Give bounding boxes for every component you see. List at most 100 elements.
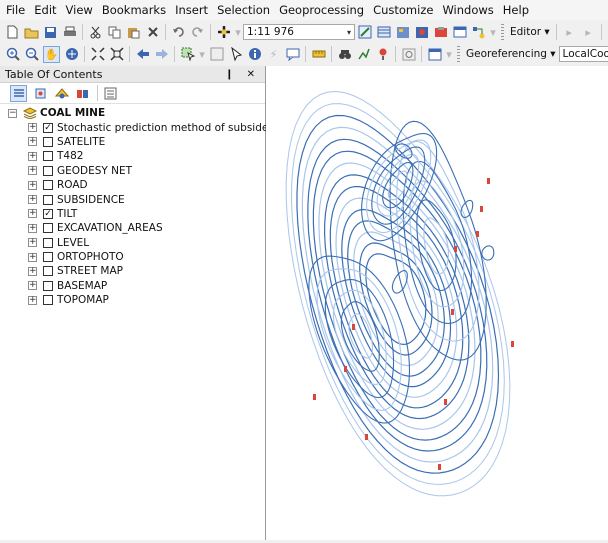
clear-selection-icon[interactable] [209, 47, 224, 62]
save-icon[interactable] [43, 25, 58, 40]
pin-close-controls[interactable]: ❙ ✕ [225, 69, 260, 80]
menu-selection[interactable]: Selection [217, 3, 270, 17]
toolbar2-options-icon[interactable]: ▾ [446, 47, 452, 62]
menu-bookmarks[interactable]: Bookmarks [102, 3, 166, 17]
menu-geoprocessing[interactable]: Geoprocessing [279, 3, 364, 17]
menu-insert[interactable]: Insert [175, 3, 208, 17]
map-scale-combo[interactable]: 1:11 976 ▾ [243, 24, 355, 40]
menu-file[interactable]: File [6, 3, 25, 17]
print-icon[interactable] [62, 25, 77, 40]
html-popup-icon[interactable] [285, 47, 300, 62]
layer-visibility-checkbox[interactable] [43, 266, 53, 277]
open-folder-icon[interactable] [24, 25, 39, 40]
layer-visibility-checkbox[interactable]: ✓ [43, 122, 53, 133]
georeferencing-layer-combo[interactable]: LocalCoordSystem_EA.dwg Polyl [558, 46, 608, 62]
expand-layer-icon[interactable]: + [28, 209, 37, 219]
list-by-selection-icon[interactable] [75, 86, 90, 101]
cut-icon[interactable] [88, 25, 103, 40]
full-extent-icon[interactable] [64, 47, 79, 62]
layer-visibility-checkbox[interactable] [43, 180, 53, 191]
delete-icon[interactable] [145, 25, 160, 40]
georeferencing-menu[interactable]: Georeferencing ▾ [466, 48, 556, 60]
zoom-out-icon[interactable] [24, 47, 39, 62]
collapse-group-icon[interactable]: − [8, 108, 17, 118]
paste-icon[interactable] [126, 25, 141, 40]
editor-toolbar-icon[interactable] [357, 25, 372, 40]
subsidence-contour-map[interactable] [266, 66, 608, 540]
expand-layer-icon[interactable]: + [28, 266, 37, 276]
layer-row[interactable]: + TOPOMAP [0, 293, 265, 307]
expand-layer-icon[interactable]: + [28, 252, 37, 262]
measure-icon[interactable] [311, 47, 326, 62]
layer-visibility-checkbox[interactable] [43, 194, 53, 205]
editor-menu[interactable]: Editor ▾ [510, 26, 550, 38]
layer-row[interactable]: + LEVEL [0, 236, 265, 250]
redo-icon[interactable] [190, 25, 205, 40]
layer-visibility-checkbox[interactable] [43, 165, 53, 176]
menu-edit[interactable]: Edit [34, 3, 56, 17]
expand-layer-icon[interactable]: + [28, 166, 37, 176]
zoom-in-icon[interactable] [5, 47, 20, 62]
expand-layer-icon[interactable]: + [28, 151, 37, 161]
search-window-icon[interactable] [414, 25, 429, 40]
arctoolbox-icon[interactable] [433, 25, 448, 40]
select-elements-icon[interactable] [228, 47, 243, 62]
expand-layer-icon[interactable]: + [28, 123, 37, 133]
select-features-icon[interactable] [180, 47, 195, 62]
expand-layer-icon[interactable]: + [28, 281, 37, 291]
menu-customize[interactable]: Customize [373, 3, 433, 17]
find-route-icon[interactable] [356, 47, 371, 62]
fixed-zoom-in-icon[interactable] [90, 47, 105, 62]
menu-view[interactable]: View [66, 3, 93, 17]
expand-layer-icon[interactable]: + [28, 180, 37, 190]
expand-layer-icon[interactable]: + [28, 195, 37, 205]
list-by-source-icon[interactable] [33, 86, 48, 101]
layer-row[interactable]: + STREET MAP [0, 264, 265, 278]
layer-row[interactable]: + SUBSIDENCE [0, 192, 265, 206]
layer-row[interactable]: + T482 [0, 149, 265, 163]
go-to-xy-icon[interactable] [375, 47, 390, 62]
identify-icon[interactable] [247, 47, 262, 62]
layer-visibility-checkbox[interactable] [43, 136, 53, 147]
layer-row[interactable]: + EXCAVATION_AREAS [0, 221, 265, 235]
add-data-dropdown-icon[interactable]: ▾ [235, 25, 241, 40]
layer-visibility-checkbox[interactable] [43, 295, 53, 306]
layer-row[interactable]: + BASEMAP [0, 279, 265, 293]
menu-windows[interactable]: Windows [442, 3, 493, 17]
model-builder-icon[interactable] [471, 25, 486, 40]
add-data-icon[interactable] [216, 25, 231, 40]
layer-row[interactable]: + ROAD [0, 178, 265, 192]
layer-visibility-checkbox[interactable] [43, 151, 53, 162]
layer-row[interactable]: + ORTOPHOTO [0, 250, 265, 264]
new-document-icon[interactable] [5, 25, 20, 40]
layer-visibility-checkbox[interactable]: ✓ [43, 208, 53, 219]
find-icon[interactable] [337, 47, 352, 62]
select-dropdown-icon[interactable]: ▾ [199, 47, 205, 62]
list-by-drawing-order-icon[interactable] [10, 84, 27, 102]
create-viewer-icon[interactable] [427, 47, 442, 62]
toolbar-grip[interactable] [501, 24, 504, 40]
catalog-icon[interactable] [395, 25, 410, 40]
layer-row[interactable]: + SATELITE [0, 135, 265, 149]
go-forward-icon[interactable] [154, 47, 169, 62]
pan-icon[interactable]: ✋ [43, 45, 60, 63]
map-view[interactable] [266, 66, 608, 540]
go-back-icon[interactable] [135, 47, 150, 62]
menu-help[interactable]: Help [503, 3, 529, 17]
edit-annotation-icon[interactable]: ▸ [581, 25, 596, 40]
time-slider-icon[interactable] [401, 47, 416, 62]
python-window-icon[interactable] [452, 25, 467, 40]
undo-icon[interactable] [171, 25, 186, 40]
table-of-contents-icon[interactable] [376, 25, 391, 40]
layer-visibility-checkbox[interactable] [43, 237, 53, 248]
layer-visibility-checkbox[interactable] [43, 252, 53, 263]
layer-group-row[interactable]: − COAL MINE [0, 106, 265, 120]
layer-row[interactable]: + ✓ TILT [0, 207, 265, 221]
expand-layer-icon[interactable]: + [28, 223, 37, 233]
toolbar-grip[interactable] [457, 46, 460, 62]
layer-visibility-checkbox[interactable] [43, 223, 53, 234]
fixed-zoom-out-icon[interactable] [109, 47, 124, 62]
toc-options-icon[interactable] [103, 86, 118, 101]
copy-icon[interactable] [107, 25, 122, 40]
list-by-visibility-icon[interactable] [54, 86, 69, 101]
